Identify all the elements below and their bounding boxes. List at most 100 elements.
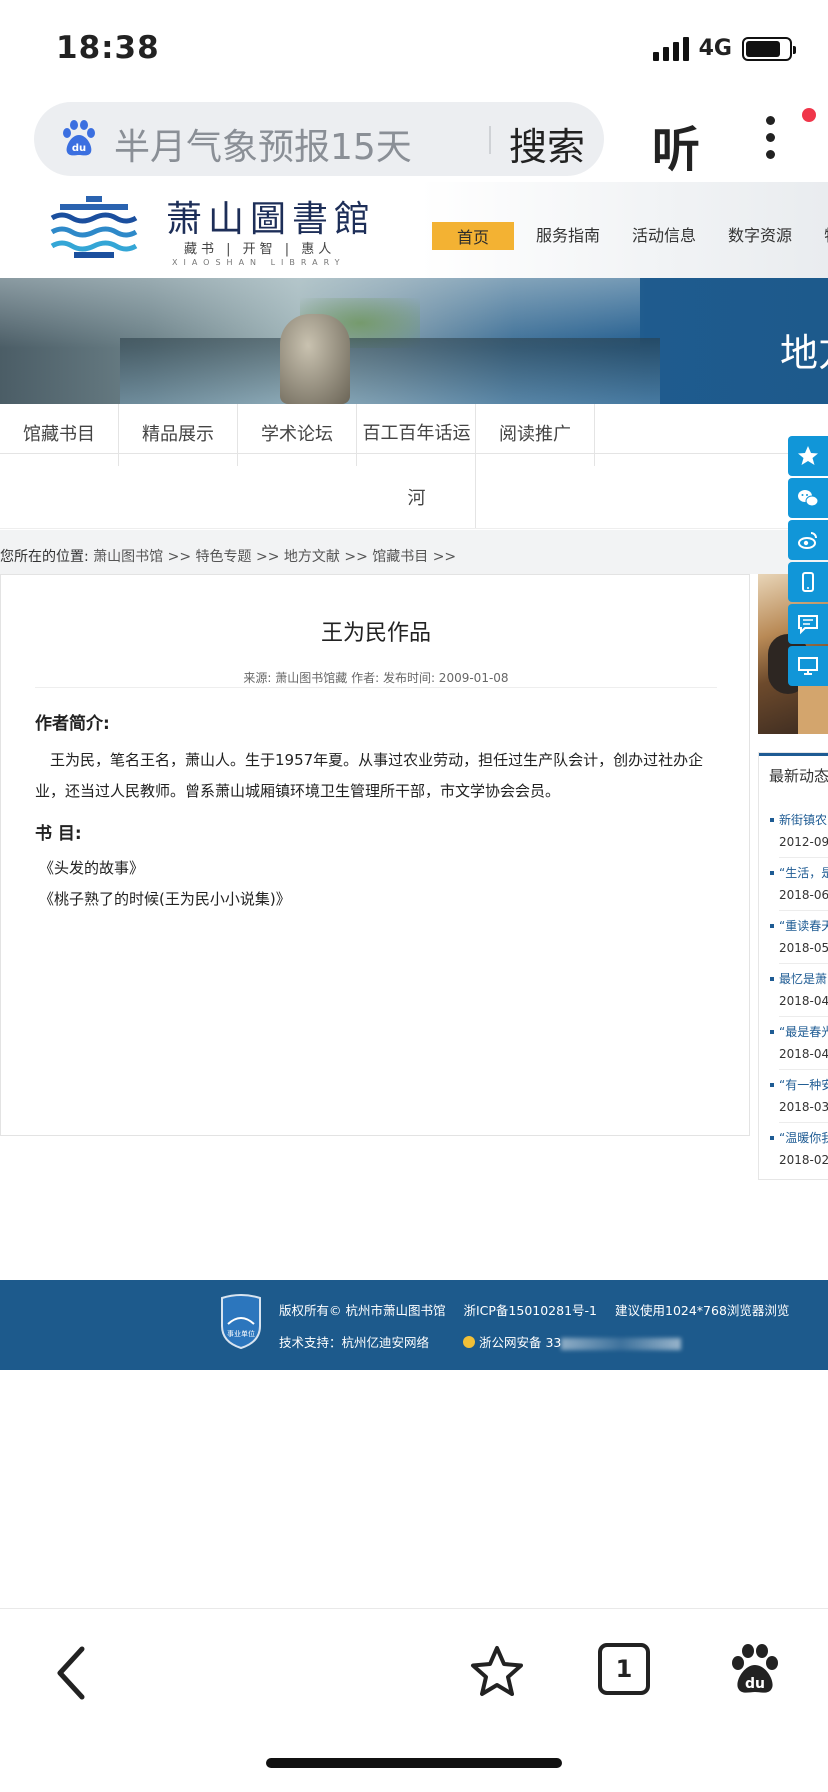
banner-text: 地方 (780, 331, 828, 375)
library-logo-icon (50, 196, 138, 258)
main-nav: 首页 服务指南 活动信息 数字资源 特 (432, 222, 828, 250)
author-bio: 王为民，笔名王名，萧山人。生于1957年夏。从事过农业劳动，担任过生产队会计，创… (35, 751, 704, 800)
subnav-label: 学术论坛 (261, 424, 333, 445)
browser-bar: du 半月气象预报15天 搜索 听 (0, 100, 828, 182)
search-query[interactable]: 半月气象预报15天 (114, 118, 412, 170)
desktop-icon[interactable] (788, 646, 828, 686)
logo-motto: 藏书 | 开智 | 惠人 (184, 242, 336, 257)
news-title[interactable]: “有一种安 (769, 1076, 828, 1093)
news-date: 2018-04 (779, 994, 828, 1008)
share-bar (788, 436, 828, 688)
signal-icon (652, 36, 689, 61)
bookmark-star-icon[interactable] (468, 1643, 526, 1701)
subnav-item-showcase[interactable]: 精品展示 (119, 404, 238, 466)
weibo-icon[interactable] (788, 520, 828, 560)
footer-icp[interactable]: 浙ICP备15010281号-1 (463, 1303, 597, 1318)
breadcrumb-path[interactable]: 萧山图书馆 >> 特色专题 >> 地方文献 >> 馆藏书目 >> (93, 549, 456, 565)
breadcrumb-area: 您所在的位置: 萧山图书馆 >> 特色专题 >> 地方文献 >> 馆藏书目 >> (0, 530, 828, 574)
logo-english: XIAOSHAN LIBRARY (172, 258, 346, 267)
news-item[interactable]: “有一种安 2018-03 (769, 1076, 828, 1128)
news-date: 2018-06 (779, 888, 828, 902)
nav-service-guide[interactable]: 服务指南 (536, 222, 600, 250)
news-date: 2018-02 (779, 1153, 828, 1167)
battery-icon (742, 36, 796, 61)
news-date: 2012-09 (779, 835, 828, 849)
baidu-paw-icon: du (63, 120, 95, 156)
subnav-label: 百工百年话运 (362, 423, 471, 444)
subnav-label: 阅读推广 (499, 424, 571, 445)
nav-special[interactable]: 特 (824, 222, 828, 250)
footer-police-record[interactable]: 浙公网安备 33 (479, 1335, 561, 1350)
books-heading: 书 目: (35, 824, 82, 844)
breadcrumb-label: 您所在的位置: (0, 549, 89, 565)
badge-text: 事业单位 (227, 1329, 255, 1338)
sub-nav-divider (0, 528, 828, 529)
network-type: 4G (698, 36, 732, 61)
banner-image: 地方 (0, 278, 828, 404)
news-date: 2018-03 (779, 1100, 828, 1114)
bio-heading: 作者简介: (35, 714, 110, 734)
site-header: 萧山圖書館 藏书 | 开智 | 惠人 XIAOSHAN LIBRARY 首页 服… (0, 182, 828, 278)
search-divider (489, 126, 491, 154)
status-bar: 18:38 4G (0, 0, 828, 100)
status-time: 18:38 (56, 30, 160, 66)
subnav-label: 精品展示 (142, 424, 214, 445)
news-item[interactable]: 最忆是萧 2018-04 (769, 970, 828, 1022)
message-icon[interactable] (788, 604, 828, 644)
footer-support-line: 技术支持：杭州亿迪安网络 浙公网安备 33 (279, 1332, 682, 1351)
subnav-item-forum[interactable]: 学术论坛 (238, 404, 357, 466)
news-item[interactable]: “最是春光 2018-04 (769, 1023, 828, 1075)
subnav-item-reading[interactable]: 阅读推广 (476, 404, 595, 466)
institution-badge-icon: 事业单位 (221, 1294, 261, 1350)
article-divider (35, 687, 717, 688)
search-box[interactable]: du 半月气象预报15天 搜索 (34, 102, 604, 176)
baidu-home-icon[interactable]: du (726, 1641, 784, 1699)
home-indicator (266, 1758, 562, 1768)
search-button[interactable]: 搜索 (509, 116, 585, 171)
news-item[interactable]: 新街镇农 2012-09 (769, 811, 828, 863)
breadcrumb: 您所在的位置: 萧山图书馆 >> 特色专题 >> 地方文献 >> 馆藏书目 >> (0, 546, 456, 566)
article-title: 王为民作品 (320, 621, 431, 646)
news-title[interactable]: “重读春天 (769, 917, 828, 934)
book-item: 《头发的故事》 (39, 859, 145, 877)
footer-copyright-line: 版权所有© 杭州市萧山图书馆 浙ICP备15010281号-1 建议使用1024… (279, 1300, 803, 1319)
nav-activities[interactable]: 活动信息 (632, 222, 696, 250)
news-item[interactable]: “温暖你我 2018-02 (769, 1129, 828, 1179)
news-item[interactable]: “重读春天 2018-05 (769, 917, 828, 969)
news-title[interactable]: 新街镇农 (769, 811, 827, 828)
logo-title: 萧山圖書館 (166, 199, 377, 240)
news-heading: 最新动态 (759, 753, 828, 797)
sub-nav: 馆藏书目 精品展示 学术论坛 百工百年话运 河 阅读推广 (0, 404, 828, 529)
book-item: 《桃子熟了的时候(王为民小小说集)》 (39, 890, 291, 908)
subnav-label: 馆藏书目 (23, 424, 95, 445)
nav-digital-resources[interactable]: 数字资源 (728, 222, 792, 250)
article-card: 王为民作品 来源: 萧山图书馆藏 作者: 发布时间: 2009-01-08 作者… (0, 574, 750, 1136)
subnav-label-wrap: 河 (407, 488, 426, 509)
svg-text:du: du (745, 1676, 765, 1692)
statue-figure (280, 314, 350, 404)
police-badge-icon (463, 1336, 475, 1348)
svg-text:du: du (72, 143, 86, 154)
back-icon[interactable] (52, 1643, 92, 1703)
footer-browser-note: 建议使用1024*768浏览器浏览 (615, 1303, 790, 1318)
tab-count-button[interactable]: 1 (598, 1643, 650, 1695)
wechat-icon[interactable] (788, 478, 828, 518)
article-meta: 来源: 萧山图书馆藏 作者: 发布时间: 2009-01-08 (243, 671, 509, 685)
news-item[interactable]: “生活，是 2018-06 (769, 864, 828, 916)
news-date: 2018-05 (779, 941, 828, 955)
news-date: 2018-04 (779, 1047, 828, 1061)
listen-button[interactable]: 听 (652, 110, 700, 180)
news-title[interactable]: “生活，是 (769, 864, 828, 881)
star-icon[interactable] (788, 436, 828, 476)
subnav-item-collection[interactable]: 馆藏书目 (0, 404, 119, 466)
news-title[interactable]: “温暖你我 (769, 1129, 828, 1146)
nav-home[interactable]: 首页 (432, 222, 515, 250)
more-menu-icon[interactable] (760, 116, 780, 166)
news-title[interactable]: 最忆是萧 (769, 970, 827, 987)
subnav-item-canal[interactable]: 百工百年话运 河 (357, 404, 476, 528)
footer-tech-support: 技术支持：杭州亿迪安网络 (279, 1335, 430, 1350)
mobile-icon[interactable] (788, 562, 828, 602)
status-indicators: 4G (652, 36, 796, 61)
site-footer: 事业单位 版权所有© 杭州市萧山图书馆 浙ICP备15010281号-1 建议使… (0, 1280, 828, 1370)
news-title[interactable]: “最是春光 (769, 1023, 828, 1040)
